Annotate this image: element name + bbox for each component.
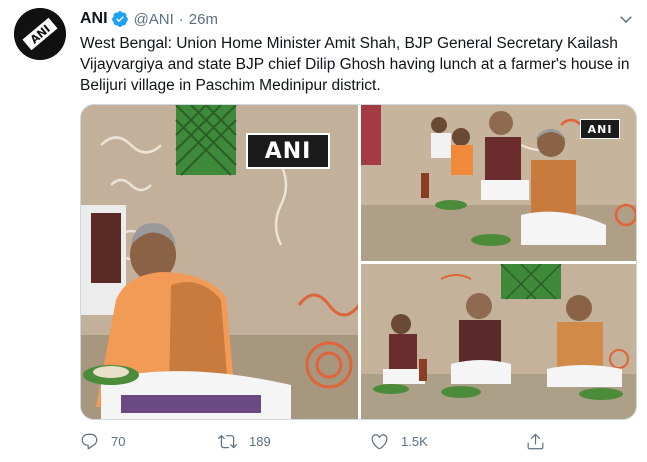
ani-logo-icon: ANI	[14, 8, 66, 60]
tweet-text: West Bengal: Union Home Minister Amit Sh…	[80, 35, 630, 94]
photo-dilip-ghosh[interactable]: ANI	[81, 105, 358, 419]
ani-watermark-small: ANI	[580, 119, 620, 139]
avatar[interactable]: ANI	[14, 8, 66, 60]
tweet-actions: 70 189 1.5K	[80, 428, 550, 454]
user-handle[interactable]: @ANI	[134, 11, 174, 28]
tweet-header: ANI @ANI · 26m	[80, 9, 218, 29]
verified-badge-icon	[111, 10, 129, 28]
retweet-button[interactable]: 189	[218, 428, 271, 454]
retweet-icon	[218, 434, 237, 448]
separator-dot: ·	[178, 10, 184, 28]
reply-button[interactable]: 70	[80, 428, 125, 454]
photo-row-seated[interactable]: ANI	[361, 105, 636, 261]
retweet-count: 189	[249, 433, 271, 449]
photo-amit-shah-lunch[interactable]	[361, 264, 636, 419]
heart-icon	[371, 433, 388, 449]
timestamp[interactable]: 26m	[189, 11, 218, 28]
display-name[interactable]: ANI	[80, 10, 108, 28]
ani-watermark: ANI	[246, 133, 330, 169]
like-button[interactable]: 1.5K	[370, 428, 428, 454]
share-button[interactable]	[526, 428, 545, 454]
chevron-down-icon[interactable]	[617, 10, 635, 28]
like-count: 1.5K	[401, 433, 428, 449]
reply-icon	[81, 433, 98, 449]
reply-count: 70	[111, 433, 126, 449]
share-icon	[527, 433, 544, 449]
tweet-card[interactable]: ANI ANI @ANI · 26m West Bengal: Union Ho…	[0, 0, 647, 462]
media-grid: ANI ANI	[80, 104, 637, 420]
